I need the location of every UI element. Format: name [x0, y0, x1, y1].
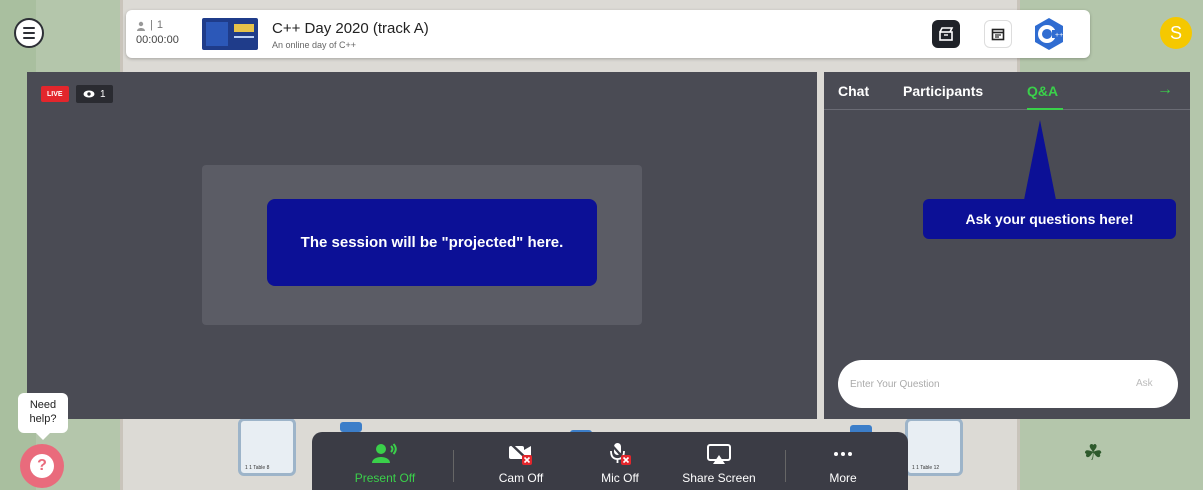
question-input[interactable]	[838, 360, 1178, 408]
table-left: 1 1 Table 8	[238, 418, 296, 476]
toolbar-divider	[785, 450, 786, 482]
clapperboard-button[interactable]	[932, 20, 960, 48]
tab-participants[interactable]: Participants	[903, 83, 983, 99]
side-tabs: Chat Participants Q&A →	[824, 72, 1190, 110]
cpp-logo: ++	[1032, 17, 1066, 51]
present-button[interactable]: Present Off	[340, 440, 430, 485]
present-icon	[372, 443, 397, 463]
session-timer: 00:00:00	[136, 34, 179, 46]
participant-count: 1	[156, 19, 163, 31]
plant-icon: ☘	[1083, 440, 1103, 465]
share-screen-icon	[707, 444, 731, 464]
callout-pointer	[1024, 120, 1056, 200]
tab-chat[interactable]: Chat	[838, 83, 869, 99]
mic-off-icon	[609, 442, 631, 465]
eye-icon	[83, 90, 95, 98]
help-tooltip: Need help?	[18, 393, 68, 440]
calendar-icon	[991, 28, 1005, 41]
more-label: More	[829, 471, 857, 485]
help-button[interactable]: ?	[20, 444, 64, 488]
question-icon: ?	[30, 454, 54, 478]
calendar-button[interactable]	[984, 20, 1012, 48]
more-icon	[834, 452, 852, 456]
active-tab-indicator	[1027, 108, 1063, 110]
more-button[interactable]: More	[798, 440, 888, 485]
event-thumbnail	[202, 18, 258, 50]
present-label: Present Off	[354, 471, 416, 485]
svg-text:++: ++	[1055, 32, 1063, 39]
tab-qa[interactable]: Q&A	[1027, 83, 1058, 99]
table-right-label: 1 1 Table 12	[912, 465, 940, 471]
presentation-stage: LIVE 1 The session will be "projected" h…	[27, 72, 817, 419]
toolbar-divider	[453, 450, 454, 482]
viewer-count: 1	[100, 88, 106, 100]
person-icon	[137, 21, 145, 31]
table-right: 1 1 Table 12	[905, 418, 963, 476]
event-header: | 1 00:00:00 C++ Day 2020 (track A) An o…	[126, 10, 1090, 58]
cam-label: Cam Off	[498, 471, 544, 485]
share-screen-button[interactable]: Share Screen	[674, 440, 764, 485]
ask-button[interactable]: Ask	[1136, 378, 1153, 389]
viewer-count-badge: 1	[76, 85, 113, 103]
cam-button[interactable]: Cam Off	[476, 440, 566, 485]
side-panel: Chat Participants Q&A → Ask your questio…	[824, 72, 1190, 419]
menu-icon	[23, 27, 35, 29]
mic-button[interactable]: Mic Off	[575, 440, 665, 485]
mic-label: Mic Off	[601, 471, 639, 485]
arrow-right-icon[interactable]: →	[1157, 81, 1173, 99]
cam-off-icon	[509, 442, 532, 465]
chair	[340, 422, 362, 432]
clapperboard-icon	[939, 27, 954, 41]
table-left-label: 1 1 Table 8	[245, 465, 270, 471]
session-stats: | 1 00:00:00	[136, 19, 179, 46]
live-badge: LIVE	[41, 86, 69, 102]
share-screen-label: Share Screen	[682, 471, 756, 485]
avatar[interactable]: S	[1160, 17, 1192, 49]
menu-button[interactable]	[14, 18, 44, 48]
qa-callout: Ask your questions here!	[923, 199, 1176, 239]
projection-message: The session will be "projected" here.	[267, 199, 597, 286]
event-title: C++ Day 2020 (track A)	[272, 20, 429, 37]
call-toolbar: Present Off Cam Off Mic Off Share Screen…	[312, 432, 908, 490]
event-subtitle: An online day of C++	[272, 40, 357, 50]
